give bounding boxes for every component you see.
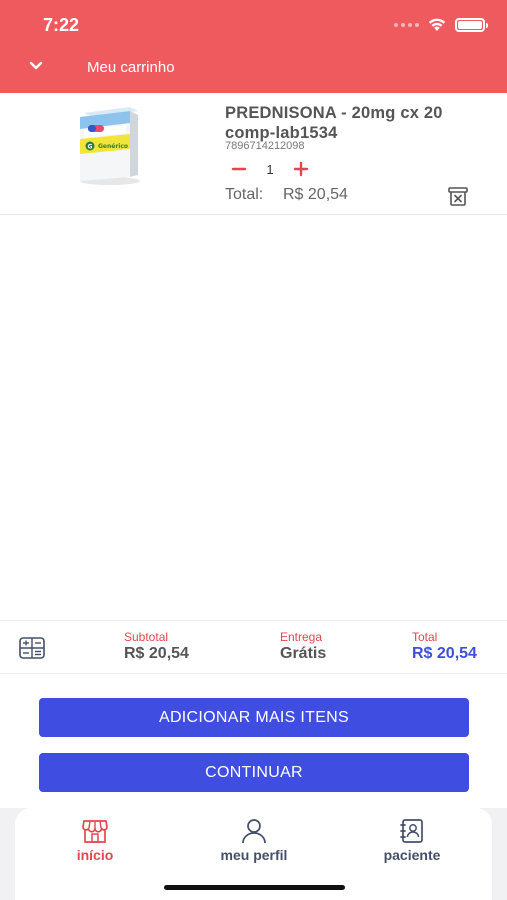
delivery-value: Grátis (280, 645, 327, 662)
add-more-items-button[interactable]: ADICIONAR MAIS ITENS (39, 698, 469, 737)
product-code: 7896714212098 (225, 140, 305, 152)
continue-button[interactable]: CONTINUAR (39, 753, 469, 792)
nav-label-inicio: início (76, 847, 114, 863)
product-image: G Genérico (80, 107, 140, 185)
product-name: PREDNISONA - 20mg cx 20 comp-lab1534 (225, 104, 443, 142)
quantity-value: 1 (266, 161, 274, 177)
calculator-icon (19, 637, 45, 659)
nav-item-paciente[interactable]: paciente (357, 818, 467, 863)
subtotal-block: Subtotal R$ 20,54 (124, 630, 189, 663)
quantity-stepper: 1 (228, 158, 312, 180)
app-header: 7:22 Meu carrinho (0, 0, 507, 93)
nav-label-meu-perfil: meu perfil (220, 847, 288, 863)
subtotal-label: Subtotal (124, 630, 169, 644)
remove-item-icon[interactable] (447, 185, 469, 207)
battery-icon (455, 17, 488, 32)
chevron-down-icon[interactable] (28, 58, 44, 74)
status-time: 7:22 (43, 15, 80, 35)
total-block: Total R$ 20,54 (412, 630, 477, 663)
wifi-icon (428, 18, 446, 31)
item-total-value: R$ 20,54 (283, 186, 348, 203)
minus-icon[interactable] (228, 158, 250, 180)
nav-label-paciente: paciente (383, 847, 441, 863)
delivery-label: Entrega (280, 630, 323, 644)
page-title: Meu carrinho (87, 59, 175, 76)
generic-badge-text: Genérico (98, 143, 128, 150)
signal-icon (394, 22, 419, 27)
user-icon (242, 819, 266, 844)
total-label: Total (412, 630, 438, 644)
cart-screen: 7:22 Meu carrinho G Genérico PREDNISONA … (0, 0, 507, 900)
status-icons (394, 17, 488, 32)
store-icon (82, 820, 108, 843)
nav-item-meu-perfil[interactable]: meu perfil (199, 818, 309, 863)
item-total-label: Total: (225, 186, 264, 203)
subtotal-value: R$ 20,54 (124, 645, 189, 662)
plus-icon[interactable] (290, 158, 312, 180)
patient-card-icon (400, 819, 423, 843)
generic-badge-letter: G (88, 144, 93, 151)
nav-item-inicio[interactable]: início (40, 818, 150, 863)
cart-item: G Genérico PREDNISONA - 20mg cx 20 comp-… (0, 93, 507, 215)
order-summary: Subtotal R$ 20,54 Entrega Grátis Total R… (0, 620, 507, 674)
home-indicator (164, 885, 345, 890)
delivery-block: Entrega Grátis (280, 630, 326, 663)
total-value: R$ 20,54 (412, 645, 477, 662)
